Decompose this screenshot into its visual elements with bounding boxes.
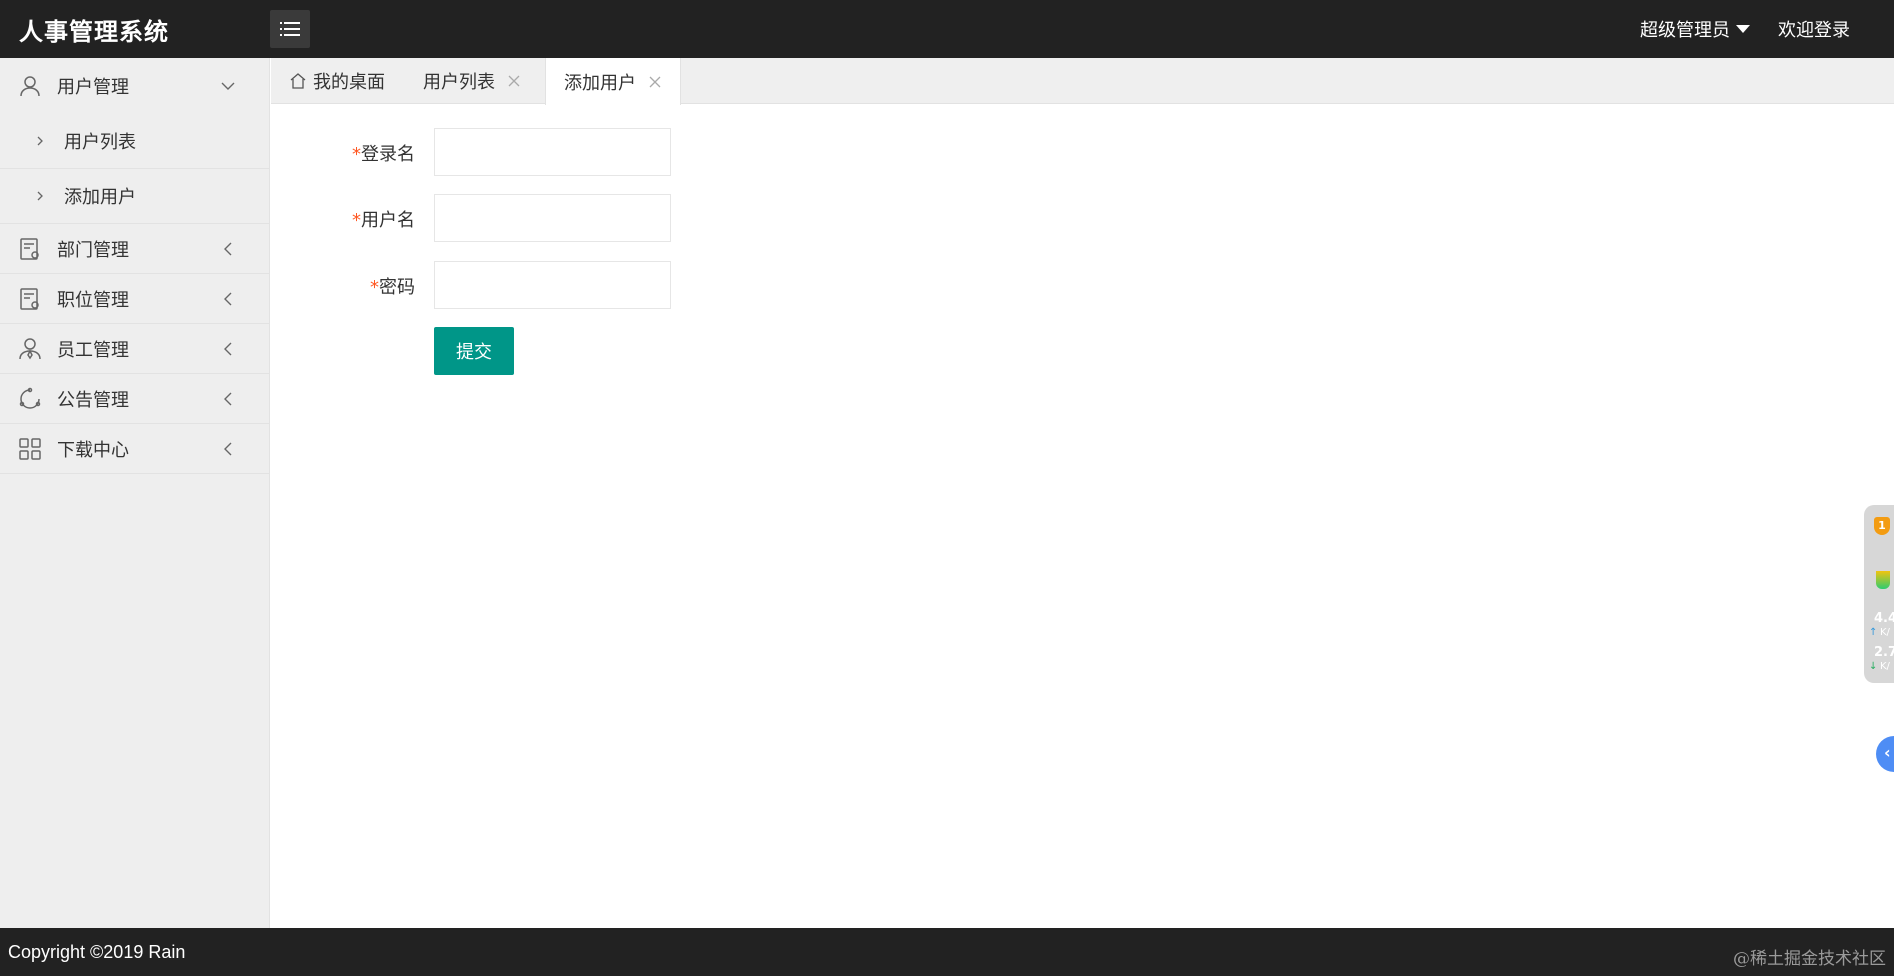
shield-badge-icon: 1 — [1874, 517, 1890, 535]
username-input[interactable] — [434, 194, 671, 242]
user-menu-dropdown[interactable]: 超级管理员 — [1640, 16, 1750, 42]
sidebar-item-announcement-management[interactable]: 公告管理 — [0, 374, 269, 424]
chevron-left-icon — [224, 342, 232, 355]
tab-add-user[interactable]: 添加用户 — [545, 58, 681, 105]
top-header: 人事管理系统 超级管理员 欢迎登录 — [0, 0, 1894, 58]
app-title: 人事管理系统 — [19, 18, 169, 46]
chevron-left-icon — [224, 242, 232, 255]
login-name-input[interactable] — [434, 128, 671, 176]
upload-speed-unit: K/ — [1880, 627, 1890, 638]
chevron-left-icon — [224, 392, 232, 405]
caret-down-icon — [1736, 25, 1750, 33]
sidebar-item-department-management[interactable]: 部门管理 — [0, 224, 269, 274]
document-icon — [20, 237, 39, 260]
sidebar-subitem-label: 用户列表 — [64, 132, 136, 153]
sidebar-subitem-add-user[interactable]: 添加用户 — [0, 169, 269, 224]
document-icon — [20, 287, 39, 310]
required-mark: * — [352, 210, 361, 231]
chevron-right-icon — [37, 136, 43, 146]
network-speed-widget[interactable]: 1 4.4 ↑ K/ 2.7 ↓ K/ — [1864, 505, 1894, 683]
sidebar-item-label: 下载中心 — [57, 439, 129, 461]
floating-action-button[interactable]: ‹ — [1876, 736, 1894, 772]
copyright-text: Copyright ©2019 Rain — [8, 942, 186, 962]
user-icon — [20, 76, 40, 97]
sidebar-item-position-management[interactable]: 职位管理 — [0, 274, 269, 324]
tab-label: 用户列表 — [423, 72, 495, 93]
required-mark: * — [370, 277, 379, 298]
sidebar-subitem-user-list[interactable]: 用户列表 — [0, 114, 269, 169]
login-name-label: *登录名 — [352, 144, 415, 165]
download-arrow-icon: ↓ — [1869, 661, 1878, 672]
footer: Copyright ©2019 Rain @稀土掘金技术社区 — [0, 928, 1894, 976]
menu-icon — [280, 22, 300, 36]
sidebar-item-label: 部门管理 — [57, 239, 129, 261]
chevron-right-icon — [37, 191, 43, 201]
tab-label: 我的桌面 — [313, 72, 385, 93]
employee-icon — [19, 337, 41, 359]
sidebar-item-user-management[interactable]: 用户管理 — [0, 58, 269, 114]
form-row-username: *用户名 — [271, 194, 871, 242]
sidebar-toggle-button[interactable] — [270, 10, 310, 48]
download-speed-unit: K/ — [1880, 661, 1890, 672]
tab-label: 添加用户 — [564, 72, 636, 94]
form-row-password: *密码 — [271, 261, 871, 309]
tab-my-desktop[interactable]: 我的桌面 — [289, 58, 385, 104]
tab-bar: 我的桌面 用户列表 添加用户 — [271, 58, 1894, 105]
sidebar-subitem-label: 添加用户 — [64, 187, 136, 208]
chevron-left-icon: ‹ — [1884, 743, 1891, 762]
submit-button[interactable]: 提交 — [434, 327, 514, 375]
username-label: *用户名 — [352, 210, 415, 231]
password-label: *密码 — [370, 277, 415, 298]
upload-arrow-icon: ↑ — [1869, 627, 1878, 638]
sidebar-item-label: 公告管理 — [57, 389, 129, 411]
form-row-login-name: *登录名 — [271, 128, 871, 176]
password-input[interactable] — [434, 261, 671, 309]
upload-speed-value: 4.4 — [1874, 611, 1894, 626]
sidebar-item-label: 用户管理 — [57, 77, 129, 98]
watermark-text: @稀土掘金技术社区 — [1733, 949, 1886, 969]
cup-icon — [1876, 571, 1890, 589]
sidebar-item-download-center[interactable]: 下载中心 — [0, 424, 269, 474]
sidebar-item-employee-management[interactable]: 员工管理 — [0, 324, 269, 374]
tab-user-list[interactable]: 用户列表 — [423, 58, 521, 104]
chevron-left-icon — [224, 292, 232, 305]
user-menu-label: 超级管理员 — [1640, 20, 1730, 41]
welcome-login-link[interactable]: 欢迎登录 — [1778, 16, 1850, 42]
download-speed-value: 2.7 — [1874, 645, 1894, 660]
home-icon — [290, 73, 306, 89]
sidebar-item-label: 员工管理 — [57, 339, 129, 361]
chevron-down-icon — [221, 82, 235, 90]
close-icon[interactable] — [507, 74, 521, 88]
announcement-icon — [19, 387, 41, 409]
chevron-left-icon — [224, 442, 232, 455]
grid-icon — [19, 437, 41, 460]
sidebar-item-label: 职位管理 — [57, 289, 129, 311]
required-mark: * — [352, 144, 361, 165]
sidebar: 用户管理 用户列表 添加用户 部门管理 职位管理 员工管理 公告管理 下载中心 — [0, 58, 270, 928]
close-icon[interactable] — [648, 75, 662, 89]
